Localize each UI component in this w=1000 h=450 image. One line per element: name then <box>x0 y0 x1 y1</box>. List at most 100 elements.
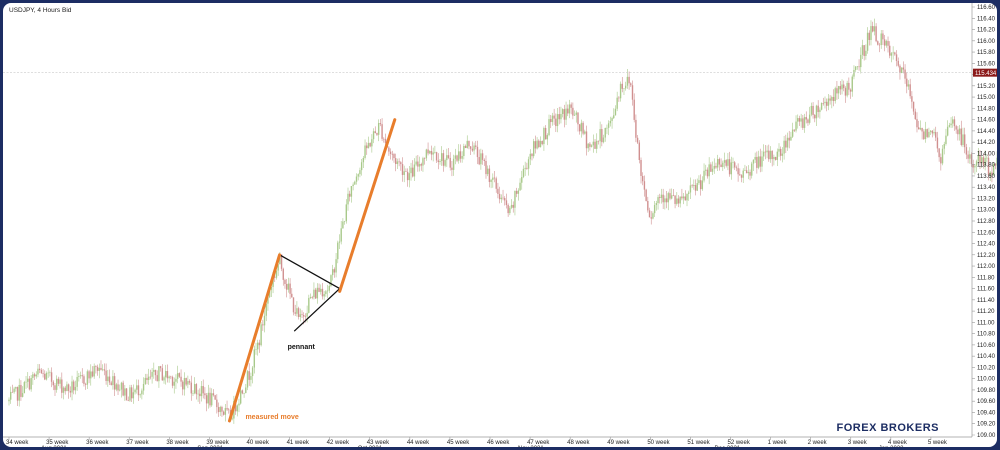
candle-body <box>468 140 470 147</box>
candle <box>374 126 376 134</box>
week-label: 5 week <box>928 440 948 446</box>
candle <box>757 150 760 170</box>
candle-body <box>345 204 348 222</box>
candle-body <box>364 145 366 158</box>
candle-body <box>408 173 411 181</box>
candle <box>599 121 601 149</box>
candle <box>745 166 748 174</box>
candle-body <box>904 69 906 79</box>
candle <box>974 163 976 175</box>
price-tick-label: 112.80 <box>977 219 996 225</box>
candle <box>338 234 341 250</box>
candle-body <box>98 367 100 371</box>
candle-body <box>84 383 87 385</box>
symbol-label: USDJPY, 4 Hours Bid <box>9 7 72 14</box>
candle <box>624 81 627 91</box>
candle <box>389 148 392 160</box>
candle <box>207 384 210 409</box>
candle-body <box>8 399 10 402</box>
candle-body <box>652 213 654 219</box>
candle-body <box>786 137 789 148</box>
candle-body <box>730 162 733 175</box>
candle-body <box>911 96 913 102</box>
candle-body <box>369 142 371 147</box>
candle <box>732 157 734 169</box>
candle-body <box>294 312 296 314</box>
candle <box>377 119 380 142</box>
candle <box>749 169 751 181</box>
candle-body <box>916 119 918 128</box>
price-chart: USDJPY, 4 Hours Bid measured move pennant… <box>3 3 997 447</box>
candle-body <box>798 118 801 122</box>
candle-body <box>894 52 896 55</box>
candle <box>401 157 404 182</box>
candle-body <box>446 155 448 161</box>
candle-body <box>577 112 579 125</box>
price-tick-label: 111.60 <box>977 287 995 293</box>
candle-body <box>367 142 370 149</box>
candle <box>762 144 765 162</box>
candle-body <box>691 185 693 187</box>
candle <box>674 195 676 209</box>
candle-body <box>480 153 482 165</box>
candle <box>485 155 487 179</box>
candle <box>548 114 550 137</box>
candle-body <box>343 221 346 222</box>
candle-body <box>137 385 140 396</box>
candle-body <box>688 192 690 194</box>
candle-body <box>561 109 564 114</box>
candle <box>824 96 826 109</box>
candle-body <box>527 159 530 169</box>
candle-body <box>18 384 20 401</box>
week-label: 49 week <box>607 440 630 446</box>
candle <box>297 306 300 320</box>
candle <box>860 47 862 74</box>
candle <box>688 190 690 201</box>
candle <box>468 140 470 150</box>
candle-body <box>762 151 765 157</box>
candle <box>314 287 317 299</box>
candle-body <box>556 114 559 127</box>
candle <box>171 375 174 389</box>
candle-body <box>584 131 586 134</box>
candle-body <box>182 381 184 390</box>
candle-body <box>653 205 656 214</box>
candle-body <box>957 129 959 135</box>
candle-body <box>761 156 763 167</box>
candle-body <box>834 88 836 102</box>
week-label: 41 week <box>287 440 310 446</box>
candle <box>638 140 641 164</box>
candle <box>498 186 501 204</box>
candle <box>710 162 712 172</box>
candle-body <box>122 382 124 396</box>
candle <box>372 128 375 144</box>
candle <box>37 363 39 378</box>
candle <box>444 158 446 168</box>
candle-body <box>725 160 727 166</box>
candle <box>764 144 767 160</box>
candle-body <box>188 381 191 383</box>
candle <box>296 301 298 317</box>
candle-body <box>362 157 365 163</box>
candle <box>672 188 675 197</box>
candle-body <box>417 161 419 167</box>
candle <box>52 380 54 391</box>
candle <box>544 125 547 140</box>
candle <box>175 374 177 389</box>
candle <box>47 367 49 378</box>
candle-body <box>199 393 201 397</box>
candle <box>774 156 777 161</box>
candle <box>919 120 922 131</box>
candle <box>188 379 191 385</box>
candle-body <box>933 132 935 134</box>
candle <box>294 304 296 317</box>
candle-body <box>631 85 634 100</box>
candle <box>783 135 785 160</box>
price-tick-label: 116.60 <box>977 5 996 11</box>
candle <box>505 193 508 209</box>
candle <box>722 160 724 172</box>
candle <box>851 74 853 97</box>
candle <box>205 392 208 412</box>
candle-body <box>703 170 705 181</box>
candle <box>699 174 702 196</box>
